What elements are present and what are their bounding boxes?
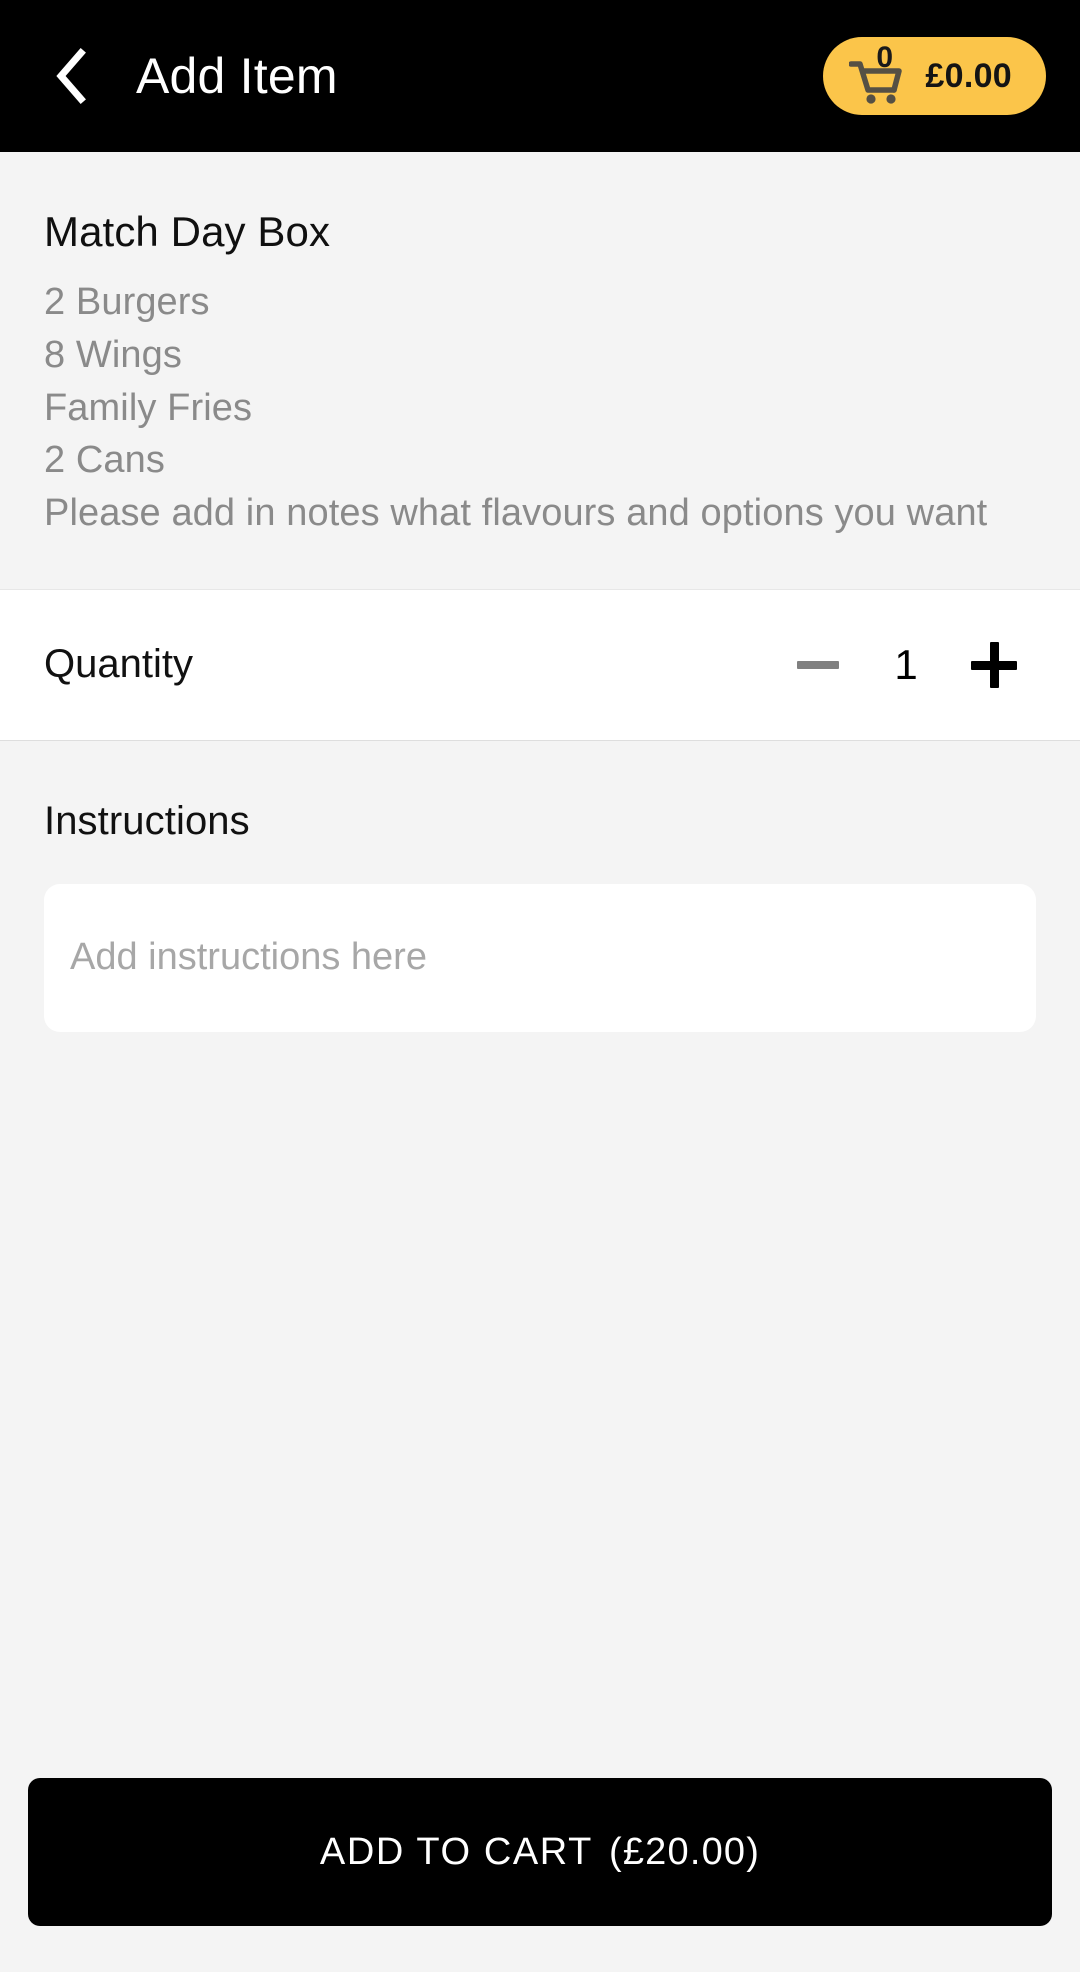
page-title: Add Item: [136, 48, 338, 104]
instructions-input[interactable]: Add instructions here: [44, 883, 1036, 1032]
instructions-section: Instructions Add instructions here: [0, 740, 1080, 1032]
footer-bar: ADD TO CART (£20.00): [0, 1778, 1080, 1972]
add-to-cart-price: (£20.00): [608, 1830, 761, 1873]
quantity-stepper: 1: [776, 623, 1036, 707]
quantity-row: Quantity 1: [0, 588, 1080, 741]
cart-icon-wrap: 0: [849, 43, 911, 105]
add-item-screen: Add Item 0 £0.00 Match Day Box 2 Burgers…: [0, 0, 1080, 1972]
app-header: Add Item 0 £0.00: [0, 0, 1080, 152]
item-name: Match Day Box: [44, 208, 331, 255]
instructions-placeholder: Add instructions here: [70, 936, 427, 979]
back-button[interactable]: [36, 41, 106, 111]
quantity-decrement-button[interactable]: [776, 623, 860, 707]
minus-icon: [797, 660, 839, 669]
plus-icon: [971, 641, 1017, 688]
instructions-heading: Instructions: [44, 798, 250, 843]
cart-total-amount: £0.00: [925, 56, 1012, 95]
cart-badge-count: 0: [876, 41, 894, 74]
chevron-left-icon: [56, 48, 86, 104]
item-description-line: 2 Burgers: [44, 281, 210, 323]
quantity-value: 1: [894, 640, 918, 688]
quantity-increment-button[interactable]: [952, 623, 1036, 707]
item-description-line: Family Fries: [44, 386, 253, 429]
item-description-line: Please add in notes what flavours and op…: [44, 492, 988, 535]
cart-button[interactable]: 0 £0.00: [823, 37, 1046, 115]
item-description-list: 2 Burgers 8 Wings Family Fries 2 Cans Pl…: [44, 281, 1036, 535]
add-to-cart-button[interactable]: ADD TO CART (£20.00): [28, 1778, 1052, 1926]
content-filler: [0, 1031, 1080, 1778]
item-details-section: Match Day Box 2 Burgers 8 Wings Family F…: [0, 152, 1080, 589]
quantity-label: Quantity: [44, 642, 193, 687]
item-description-line: 8 Wings: [44, 333, 182, 376]
add-to-cart-label: ADD TO CART: [319, 1830, 593, 1873]
item-description-line: 2 Cans: [44, 439, 166, 482]
